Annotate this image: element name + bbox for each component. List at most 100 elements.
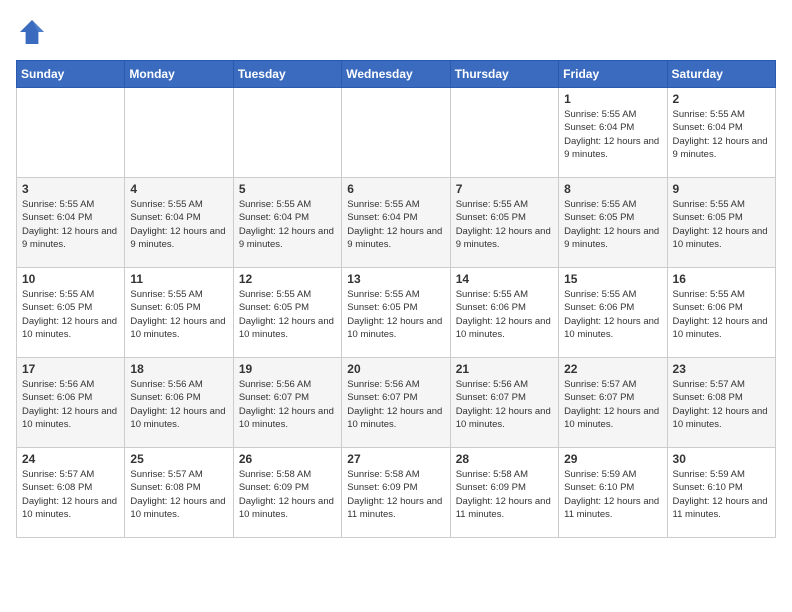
calendar-cell: 13 Sunrise: 5:55 AM Sunset: 6:05 PM Dayli… [342,268,450,358]
day-header-thursday: Thursday [450,61,558,88]
day-number: 29 [564,452,661,466]
calendar-cell [450,88,558,178]
day-info: Sunrise: 5:58 AM Sunset: 6:09 PM Dayligh… [456,468,553,521]
day-info: Sunrise: 5:55 AM Sunset: 6:04 PM Dayligh… [239,198,336,251]
calendar-cell: 1 Sunrise: 5:55 AM Sunset: 6:04 PM Daylig… [559,88,667,178]
day-info: Sunrise: 5:55 AM Sunset: 6:06 PM Dayligh… [564,288,661,341]
day-info: Sunrise: 5:55 AM Sunset: 6:05 PM Dayligh… [22,288,119,341]
day-number: 1 [564,92,661,106]
day-info: Sunrise: 5:57 AM Sunset: 6:08 PM Dayligh… [673,378,770,431]
day-number: 14 [456,272,553,286]
calendar-cell: 3Sunrise: 5:55 AM Sunset: 6:04 PM Daylig… [17,178,125,268]
day-info: Sunrise: 5:57 AM Sunset: 6:07 PM Dayligh… [564,378,661,431]
day-info: Sunrise: 5:56 AM Sunset: 6:06 PM Dayligh… [130,378,227,431]
day-number: 13 [347,272,444,286]
calendar-cell: 24 Sunrise: 5:57 AM Sunset: 6:08 PM Dayli… [17,448,125,538]
day-number: 11 [130,272,227,286]
week-row-5: 24 Sunrise: 5:57 AM Sunset: 6:08 PM Dayli… [17,448,776,538]
day-header-friday: Friday [559,61,667,88]
logo [16,16,52,48]
day-number: 17 [22,362,119,376]
day-info: Sunrise: 5:55 AM Sunset: 6:05 PM Dayligh… [347,288,444,341]
day-info: Sunrise: 5:57 AM Sunset: 6:08 PM Dayligh… [22,468,119,521]
day-number: 20 [347,362,444,376]
calendar-cell: 21 Sunrise: 5:56 AM Sunset: 6:07 PM Dayli… [450,358,558,448]
day-number: 25 [130,452,227,466]
day-number: 16 [673,272,770,286]
day-info: Sunrise: 5:55 AM Sunset: 6:05 PM Dayligh… [130,288,227,341]
calendar-cell: 14Sunrise: 5:55 AM Sunset: 6:06 PM Dayli… [450,268,558,358]
calendar-cell: 30Sunrise: 5:59 AM Sunset: 6:10 PM Dayli… [667,448,775,538]
day-header-monday: Monday [125,61,233,88]
calendar-cell: 7 Sunrise: 5:55 AM Sunset: 6:05 PM Daylig… [450,178,558,268]
day-header-saturday: Saturday [667,61,775,88]
calendar-cell: 15 Sunrise: 5:55 AM Sunset: 6:06 PM Dayli… [559,268,667,358]
day-info: Sunrise: 5:58 AM Sunset: 6:09 PM Dayligh… [347,468,444,521]
calendar-cell: 20 Sunrise: 5:56 AM Sunset: 6:07 PM Dayli… [342,358,450,448]
calendar-cell [342,88,450,178]
day-number: 2 [673,92,770,106]
day-number: 24 [22,452,119,466]
calendar-cell: 19 Sunrise: 5:56 AM Sunset: 6:07 PM Dayli… [233,358,341,448]
calendar-cell: 9 Sunrise: 5:55 AM Sunset: 6:05 PM Daylig… [667,178,775,268]
day-number: 4 [130,182,227,196]
day-number: 6 [347,182,444,196]
calendar-cell: 23Sunrise: 5:57 AM Sunset: 6:08 PM Dayli… [667,358,775,448]
day-info: Sunrise: 5:55 AM Sunset: 6:05 PM Dayligh… [564,198,661,251]
day-number: 26 [239,452,336,466]
day-number: 7 [456,182,553,196]
calendar-cell: 27 Sunrise: 5:58 AM Sunset: 6:09 PM Dayli… [342,448,450,538]
logo-icon [16,16,48,48]
day-number: 12 [239,272,336,286]
calendar-cell: 16 Sunrise: 5:55 AM Sunset: 6:06 PM Dayli… [667,268,775,358]
day-info: Sunrise: 5:55 AM Sunset: 6:04 PM Dayligh… [22,198,119,251]
calendar-cell: 29Sunrise: 5:59 AM Sunset: 6:10 PM Dayli… [559,448,667,538]
page-header [16,16,776,48]
calendar-header-row: SundayMondayTuesdayWednesdayThursdayFrid… [17,61,776,88]
calendar-cell: 25Sunrise: 5:57 AM Sunset: 6:08 PM Dayli… [125,448,233,538]
day-number: 9 [673,182,770,196]
day-info: Sunrise: 5:55 AM Sunset: 6:04 PM Dayligh… [673,108,770,161]
calendar-cell: 8 Sunrise: 5:55 AM Sunset: 6:05 PM Daylig… [559,178,667,268]
day-number: 18 [130,362,227,376]
day-number: 27 [347,452,444,466]
calendar-cell: 2 Sunrise: 5:55 AM Sunset: 6:04 PM Daylig… [667,88,775,178]
calendar-cell: 5Sunrise: 5:55 AM Sunset: 6:04 PM Daylig… [233,178,341,268]
week-row-1: 1 Sunrise: 5:55 AM Sunset: 6:04 PM Daylig… [17,88,776,178]
day-number: 19 [239,362,336,376]
day-info: Sunrise: 5:56 AM Sunset: 6:07 PM Dayligh… [456,378,553,431]
day-info: Sunrise: 5:59 AM Sunset: 6:10 PM Dayligh… [673,468,770,521]
calendar-cell [233,88,341,178]
day-number: 21 [456,362,553,376]
calendar-cell: 4Sunrise: 5:55 AM Sunset: 6:04 PM Daylig… [125,178,233,268]
calendar-table: SundayMondayTuesdayWednesdayThursdayFrid… [16,60,776,538]
day-info: Sunrise: 5:55 AM Sunset: 6:04 PM Dayligh… [564,108,661,161]
day-number: 15 [564,272,661,286]
calendar-cell: 6 Sunrise: 5:55 AM Sunset: 6:04 PM Daylig… [342,178,450,268]
day-number: 22 [564,362,661,376]
calendar-cell [125,88,233,178]
day-info: Sunrise: 5:55 AM Sunset: 6:05 PM Dayligh… [239,288,336,341]
day-header-tuesday: Tuesday [233,61,341,88]
week-row-2: 3Sunrise: 5:55 AM Sunset: 6:04 PM Daylig… [17,178,776,268]
calendar-cell: 10 Sunrise: 5:55 AM Sunset: 6:05 PM Dayli… [17,268,125,358]
calendar-cell [17,88,125,178]
calendar-cell: 22 Sunrise: 5:57 AM Sunset: 6:07 PM Dayli… [559,358,667,448]
day-info: Sunrise: 5:58 AM Sunset: 6:09 PM Dayligh… [239,468,336,521]
day-number: 8 [564,182,661,196]
calendar-cell: 28 Sunrise: 5:58 AM Sunset: 6:09 PM Dayli… [450,448,558,538]
day-number: 10 [22,272,119,286]
day-info: Sunrise: 5:55 AM Sunset: 6:04 PM Dayligh… [347,198,444,251]
week-row-3: 10 Sunrise: 5:55 AM Sunset: 6:05 PM Dayli… [17,268,776,358]
day-info: Sunrise: 5:56 AM Sunset: 6:06 PM Dayligh… [22,378,119,431]
calendar-cell: 11 Sunrise: 5:55 AM Sunset: 6:05 PM Dayli… [125,268,233,358]
day-info: Sunrise: 5:55 AM Sunset: 6:06 PM Dayligh… [673,288,770,341]
calendar-cell: 12 Sunrise: 5:55 AM Sunset: 6:05 PM Dayli… [233,268,341,358]
day-info: Sunrise: 5:56 AM Sunset: 6:07 PM Dayligh… [347,378,444,431]
day-info: Sunrise: 5:55 AM Sunset: 6:05 PM Dayligh… [456,198,553,251]
calendar-cell: 18 Sunrise: 5:56 AM Sunset: 6:06 PM Dayli… [125,358,233,448]
day-info: Sunrise: 5:56 AM Sunset: 6:07 PM Dayligh… [239,378,336,431]
day-header-sunday: Sunday [17,61,125,88]
day-info: Sunrise: 5:55 AM Sunset: 6:05 PM Dayligh… [673,198,770,251]
day-number: 28 [456,452,553,466]
